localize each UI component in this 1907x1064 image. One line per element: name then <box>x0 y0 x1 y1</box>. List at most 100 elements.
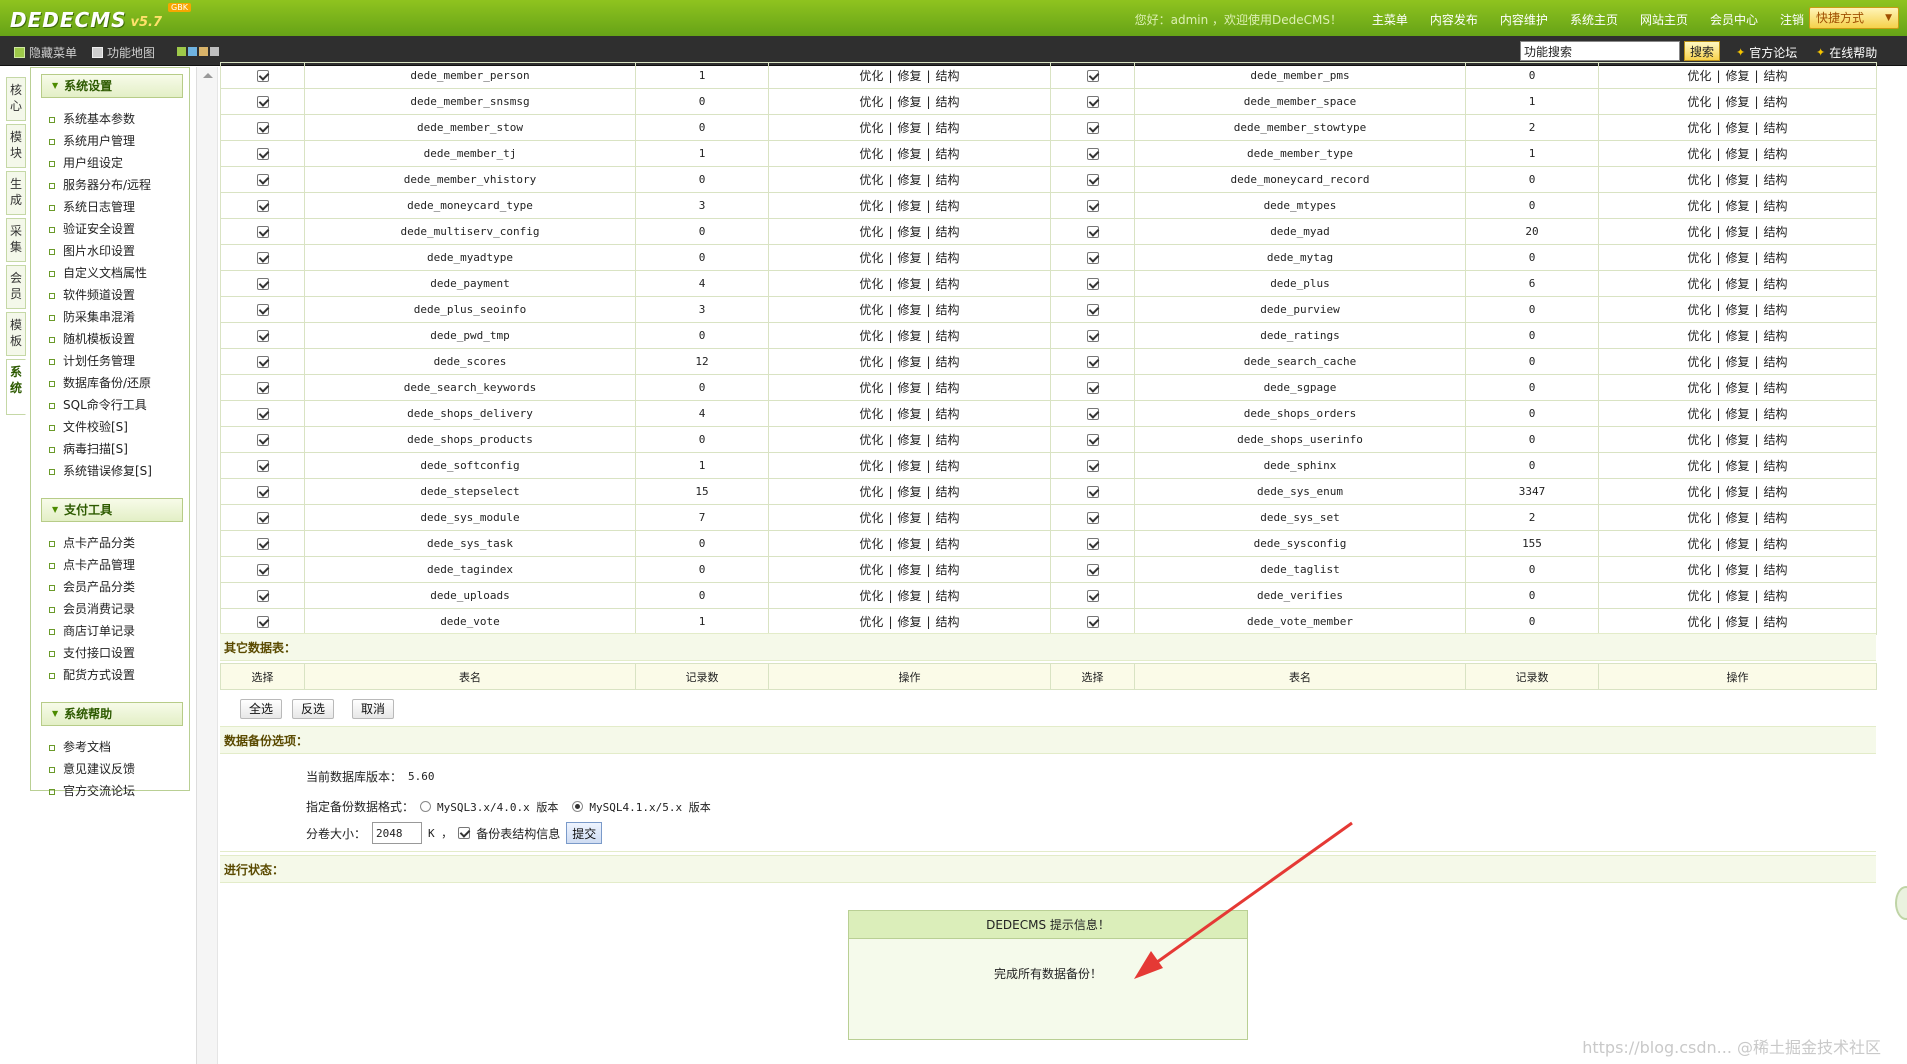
sidebar-menu-item[interactable]: 用户组设定 <box>31 152 189 174</box>
optimize-link[interactable]: 优化 <box>859 459 883 473</box>
optimize-link[interactable]: 优化 <box>1687 225 1711 239</box>
repair-link[interactable]: 修复 <box>1725 251 1749 265</box>
vtab-item[interactable]: 生成 <box>6 171 26 215</box>
sidebar-menu-item[interactable]: 点卡产品分类 <box>31 532 189 554</box>
table-checkbox[interactable] <box>256 590 269 602</box>
optimize-link[interactable]: 优化 <box>1687 355 1711 369</box>
optimize-link[interactable]: 优化 <box>859 95 883 109</box>
structure-link[interactable]: 结构 <box>1764 485 1788 499</box>
repair-link[interactable]: 修复 <box>897 537 921 551</box>
table-checkbox[interactable] <box>256 330 269 342</box>
structure-link[interactable]: 结构 <box>1764 537 1788 551</box>
skin-swatch[interactable] <box>199 47 208 56</box>
repair-link[interactable]: 修复 <box>1725 537 1749 551</box>
table-checkbox[interactable] <box>256 486 269 498</box>
optimize-link[interactable]: 优化 <box>1687 277 1711 291</box>
optimize-link[interactable]: 优化 <box>1687 615 1711 629</box>
structure-link[interactable]: 结构 <box>936 407 960 421</box>
format-mysql41-radio[interactable] <box>572 801 584 812</box>
structure-link[interactable]: 结构 <box>1764 251 1788 265</box>
repair-link[interactable]: 修复 <box>897 173 921 187</box>
table-checkbox[interactable] <box>1086 538 1099 550</box>
invert-select-button[interactable]: 反选 <box>292 699 335 719</box>
optimize-link[interactable]: 优化 <box>859 407 883 421</box>
nav-logout[interactable]: 注销 <box>1780 11 1804 28</box>
table-checkbox[interactable] <box>256 148 269 160</box>
table-checkbox[interactable] <box>1086 564 1099 576</box>
optimize-link[interactable]: 优化 <box>1687 69 1711 83</box>
structure-link[interactable]: 结构 <box>936 251 960 265</box>
repair-link[interactable]: 修复 <box>897 69 921 83</box>
repair-link[interactable]: 修复 <box>1725 485 1749 499</box>
table-checkbox[interactable] <box>256 564 269 576</box>
sidebar-menu-item[interactable]: 会员产品分类 <box>31 576 189 598</box>
structure-link[interactable]: 结构 <box>1764 121 1788 135</box>
structure-link[interactable]: 结构 <box>936 329 960 343</box>
structure-link[interactable]: 结构 <box>936 459 960 473</box>
structure-link[interactable]: 结构 <box>936 485 960 499</box>
table-checkbox[interactable] <box>256 278 269 290</box>
backup-struct-checkbox[interactable] <box>458 827 471 839</box>
repair-link[interactable]: 修复 <box>1725 355 1749 369</box>
sidebar-menu-item[interactable]: 系统错误修复[S] <box>31 460 189 482</box>
optimize-link[interactable]: 优化 <box>859 433 883 447</box>
structure-link[interactable]: 结构 <box>1764 511 1788 525</box>
table-checkbox[interactable] <box>256 460 269 472</box>
table-checkbox[interactable] <box>256 434 269 446</box>
repair-link[interactable]: 修复 <box>1725 381 1749 395</box>
skin-swatch[interactable] <box>177 47 186 56</box>
table-checkbox[interactable] <box>1086 96 1099 108</box>
table-checkbox[interactable] <box>1086 460 1099 472</box>
optimize-link[interactable]: 优化 <box>859 329 883 343</box>
optimize-link[interactable]: 优化 <box>1687 303 1711 317</box>
submit-backup-button[interactable]: 提交 <box>566 822 603 844</box>
optimize-link[interactable]: 优化 <box>1687 95 1711 109</box>
table-checkbox[interactable] <box>1086 616 1099 628</box>
structure-link[interactable]: 结构 <box>1764 199 1788 213</box>
structure-link[interactable]: 结构 <box>936 589 960 603</box>
repair-link[interactable]: 修复 <box>897 303 921 317</box>
structure-link[interactable]: 结构 <box>936 433 960 447</box>
structure-link[interactable]: 结构 <box>936 69 960 83</box>
structure-link[interactable]: 结构 <box>936 303 960 317</box>
vtab-item[interactable]: 模块 <box>6 124 26 168</box>
optimize-link[interactable]: 优化 <box>859 199 883 213</box>
structure-link[interactable]: 结构 <box>936 511 960 525</box>
sidebar-menu-item[interactable]: 图片水印设置 <box>31 240 189 262</box>
optimize-link[interactable]: 优化 <box>859 277 883 291</box>
repair-link[interactable]: 修复 <box>897 563 921 577</box>
repair-link[interactable]: 修复 <box>897 433 921 447</box>
repair-link[interactable]: 修复 <box>897 407 921 421</box>
repair-link[interactable]: 修复 <box>897 615 921 629</box>
table-checkbox[interactable] <box>256 200 269 212</box>
structure-link[interactable]: 结构 <box>936 199 960 213</box>
optimize-link[interactable]: 优化 <box>859 225 883 239</box>
nav-content-publish[interactable]: 内容发布 <box>1430 11 1478 28</box>
repair-link[interactable]: 修复 <box>1725 147 1749 161</box>
optimize-link[interactable]: 优化 <box>1687 173 1711 187</box>
structure-link[interactable]: 结构 <box>936 225 960 239</box>
table-checkbox[interactable] <box>1086 512 1099 524</box>
repair-link[interactable]: 修复 <box>1725 121 1749 135</box>
repair-link[interactable]: 修复 <box>1725 511 1749 525</box>
search-button[interactable]: 搜索 <box>1684 41 1720 61</box>
table-checkbox[interactable] <box>256 616 269 628</box>
vtab-item[interactable]: 模板 <box>6 312 26 356</box>
optimize-link[interactable]: 优化 <box>859 121 883 135</box>
floating-widget[interactable] <box>1895 886 1907 920</box>
help-link[interactable]: ✦ 在线帮助 <box>1816 44 1877 61</box>
repair-link[interactable]: 修复 <box>897 95 921 109</box>
structure-link[interactable]: 结构 <box>1764 615 1788 629</box>
sidebar-menu-item[interactable]: 自定义文档属性 <box>31 262 189 284</box>
table-checkbox[interactable] <box>256 538 269 550</box>
structure-link[interactable]: 结构 <box>1764 433 1788 447</box>
optimize-link[interactable]: 优化 <box>1687 589 1711 603</box>
nav-content-maintain[interactable]: 内容维护 <box>1500 11 1548 28</box>
forum-link[interactable]: ✦ 官方论坛 <box>1736 44 1797 61</box>
repair-link[interactable]: 修复 <box>1725 615 1749 629</box>
repair-link[interactable]: 修复 <box>1725 459 1749 473</box>
optimize-link[interactable]: 优化 <box>1687 329 1711 343</box>
vtab-item[interactable]: 采集 <box>6 218 26 262</box>
vtab-item[interactable]: 核心 <box>6 77 26 121</box>
repair-link[interactable]: 修复 <box>1725 173 1749 187</box>
